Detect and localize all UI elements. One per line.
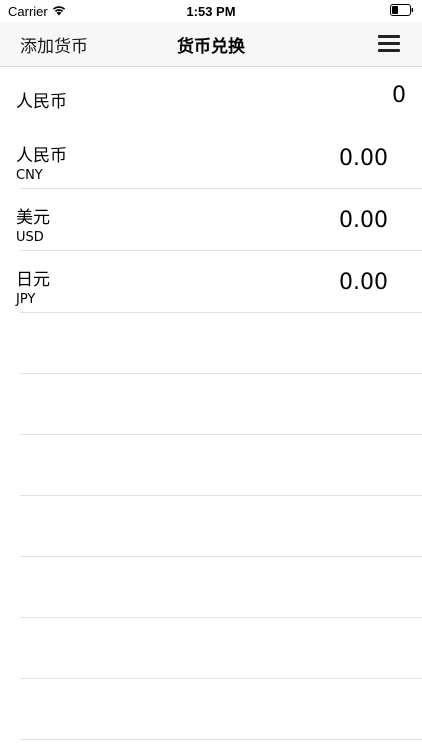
navigation-bar: 添加货币 货币兑换	[0, 22, 422, 67]
menu-line	[378, 35, 400, 38]
currency-name: 美元	[16, 208, 50, 228]
empty-list-row	[20, 313, 422, 374]
empty-list-row	[20, 618, 422, 679]
empty-list-row	[20, 557, 422, 618]
menu-line	[378, 49, 400, 52]
base-amount-value[interactable]: 0	[392, 83, 406, 108]
hamburger-menu-icon[interactable]	[378, 35, 400, 53]
status-bar: Carrier 1:53 PM	[0, 0, 422, 22]
currency-list: 人民币 CNY 0.00 美元 USD 0.00 日元 JPY 0.00	[0, 127, 422, 740]
currency-name: 日元	[16, 270, 50, 290]
status-time: 1:53 PM	[186, 4, 236, 19]
menu-line	[378, 42, 400, 45]
empty-list-row	[20, 679, 422, 740]
currency-amount: 0.00	[339, 146, 388, 171]
battery-icon	[390, 4, 414, 16]
currency-row-cny[interactable]: 人民币 CNY 0.00	[16, 127, 422, 189]
currency-amount: 0.00	[339, 208, 388, 233]
empty-list-row	[20, 374, 422, 435]
currency-code: JPY	[16, 292, 36, 307]
currency-row-jpy[interactable]: 日元 JPY 0.00	[16, 251, 422, 313]
page-title: 货币兑换	[177, 37, 245, 57]
empty-list-row	[20, 496, 422, 557]
currency-code: CNY	[16, 168, 43, 183]
base-currency-row[interactable]: 人民币 0	[0, 67, 422, 127]
empty-list-row	[20, 435, 422, 496]
currency-row-usd[interactable]: 美元 USD 0.00	[16, 189, 422, 251]
currency-name: 人民币	[16, 146, 67, 166]
currency-amount: 0.00	[339, 270, 388, 295]
currency-code: USD	[16, 230, 44, 245]
base-currency-label: 人民币	[16, 92, 67, 112]
